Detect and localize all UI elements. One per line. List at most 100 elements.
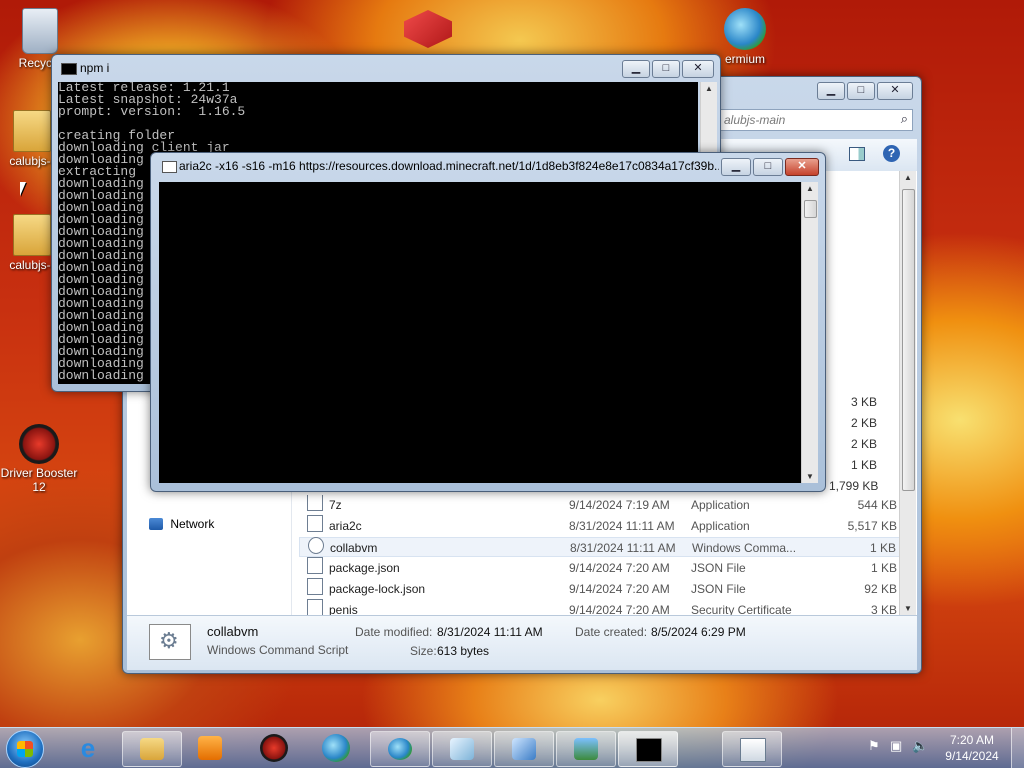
maximize-button[interactable]: □ (847, 82, 875, 100)
file-date: 8/31/2024 11:11 AM (570, 541, 676, 555)
taskbar-button-control-panel[interactable] (494, 731, 554, 767)
nav-item-network[interactable]: Network (149, 517, 214, 531)
clock[interactable]: 7:20 AM 9/14/2024 (940, 732, 1004, 764)
app-icon-red-cube[interactable] (404, 10, 452, 48)
scroll-down-arrow-icon[interactable]: ▼ (806, 472, 814, 481)
gear-script-icon (308, 537, 324, 554)
control-panel-icon (512, 738, 536, 760)
maximize-button[interactable]: □ (753, 158, 783, 176)
desktop-icon-label: calubjs-r (9, 154, 55, 168)
table-row[interactable]: 7z 9/14/2024 7:19 AM Application 544 KB (299, 495, 901, 515)
console-scrollbar[interactable]: ▲ ▼ (801, 182, 818, 483)
file-date: 9/14/2024 7:20 AM (569, 603, 670, 615)
close-button[interactable]: ✕ (877, 82, 913, 100)
flag-icon[interactable]: ⚑ (868, 738, 880, 754)
scroll-up-arrow-icon[interactable]: ▲ (904, 173, 912, 182)
desktop-icon-label: calubjs-r (9, 258, 55, 272)
file-date: 9/14/2024 7:19 AM (569, 498, 670, 512)
browser-globe-icon (388, 738, 412, 760)
minimize-button[interactable]: ▁ (817, 82, 845, 100)
scroll-thumb[interactable] (804, 200, 817, 218)
maximize-button[interactable]: □ (652, 60, 680, 78)
file-name: package.json (329, 561, 400, 575)
window-title: npm i (80, 61, 110, 75)
taskbar-button-cmd[interactable] (618, 731, 678, 767)
table-row[interactable]: package-lock.json 9/14/2024 7:20 AM JSON… (299, 578, 901, 599)
file-date: 8/31/2024 11:11 AM (569, 519, 675, 533)
console-icon (636, 738, 662, 762)
file-type: Application (691, 498, 750, 512)
close-button[interactable]: ✕ (785, 158, 819, 176)
file-date: 9/14/2024 7:20 AM (569, 582, 670, 596)
preview-pane-icon[interactable] (849, 147, 865, 161)
details-type: Windows Command Script (207, 643, 349, 657)
file-name: package-lock.json (329, 582, 426, 596)
system-tray: ⚑ ▣ 🔈 (864, 738, 934, 758)
minimize-button[interactable]: ▁ (721, 158, 751, 176)
file-list: 7z 9/14/2024 7:19 AM Application 544 KB … (299, 495, 901, 615)
window-icon (740, 738, 766, 762)
scroll-thumb[interactable] (902, 189, 915, 491)
close-button[interactable]: ✕ (682, 60, 714, 78)
taskbar-media-player-icon[interactable] (198, 736, 222, 760)
size-cell: 1 KB (851, 458, 878, 472)
size-cell: 2 KB (851, 416, 878, 430)
scroll-down-arrow-icon[interactable]: ▼ (904, 604, 912, 613)
details-modified-value: 8/31/2024 11:11 AM (437, 625, 543, 639)
file-size: 5,517 KB (847, 519, 897, 533)
scroll-up-arrow-icon[interactable]: ▲ (705, 84, 713, 93)
taskbar-button-browser[interactable] (370, 731, 430, 767)
taskbar-button-explorer[interactable] (122, 731, 182, 767)
desktop-icon-driver-booster[interactable]: Driver Booster 12 (0, 424, 78, 494)
scroll-up-arrow-icon[interactable]: ▲ (806, 184, 814, 193)
clock-date: 9/14/2024 (945, 749, 999, 763)
nav-item-label: Network (170, 517, 215, 531)
console-icon (61, 63, 77, 75)
details-name: collabvm (207, 624, 259, 639)
title-bar[interactable]: npm i (52, 55, 720, 81)
minimize-button[interactable]: ▁ (622, 60, 650, 78)
file-type: Application (691, 519, 750, 533)
show-desktop-button[interactable] (1011, 728, 1024, 768)
console-output[interactable] (159, 182, 801, 483)
table-row[interactable]: penis 9/14/2024 7:20 AM Security Certifi… (299, 599, 901, 615)
explorer-scrollbar[interactable]: ▲ ▼ (899, 171, 916, 615)
help-icon[interactable]: ? (883, 145, 900, 162)
taskbar-browser-icon[interactable] (322, 734, 350, 762)
folder-icon (140, 738, 164, 760)
search-box[interactable]: alubjs-main ⌕ (719, 109, 913, 131)
details-size-label: Size: (410, 644, 437, 658)
taskbar-button-app[interactable] (432, 731, 492, 767)
size-cell: 2 KB (851, 437, 878, 451)
taskbar-ie-icon[interactable]: e (74, 735, 102, 761)
application-icon (307, 515, 323, 532)
json-file-icon (307, 557, 323, 574)
network-tray-icon[interactable]: ▣ (890, 738, 902, 754)
file-type: JSON File (691, 561, 746, 575)
table-row[interactable]: aria2c 8/31/2024 11:11 AM Application 5,… (299, 515, 901, 536)
file-size: 1 KB (869, 541, 896, 555)
gear-icon: ⚙ (159, 628, 179, 653)
recycle-bin-icon (22, 8, 58, 54)
clock-time: 7:20 AM (949, 733, 995, 747)
browser-globe-icon (724, 8, 766, 50)
window-title: aria2c -x16 -s16 -m16 https://resources.… (179, 159, 719, 173)
table-row[interactable]: collabvm 8/31/2024 11:11 AM Windows Comm… (299, 537, 901, 557)
windows-logo-icon (17, 741, 33, 757)
details-size-value: 613 bytes (437, 644, 490, 658)
taskbar-button-image[interactable] (556, 731, 616, 767)
image-viewer-icon (574, 738, 598, 760)
taskbar: e ⚑ ▣ 🔈 7:20 AM 9/14/2024 (0, 727, 1024, 768)
taskbar-button-window[interactable] (722, 731, 782, 767)
start-button[interactable] (6, 730, 44, 768)
table-row[interactable]: package.json 9/14/2024 7:20 AM JSON File… (299, 557, 901, 578)
volume-icon[interactable]: 🔈 (912, 738, 928, 754)
aria2c-console-window[interactable]: aria2c -x16 -s16 -m16 https://resources.… (150, 152, 826, 492)
details-pane: ⚙ collabvm Windows Command Script Date m… (127, 615, 917, 670)
file-size: 544 KB (857, 498, 897, 512)
taskbar-driver-booster-icon[interactable] (260, 734, 288, 762)
certificate-icon (307, 599, 323, 615)
size-cell: 1,799 KB (829, 479, 879, 493)
console-icon (162, 161, 177, 173)
application-icon (307, 495, 323, 511)
